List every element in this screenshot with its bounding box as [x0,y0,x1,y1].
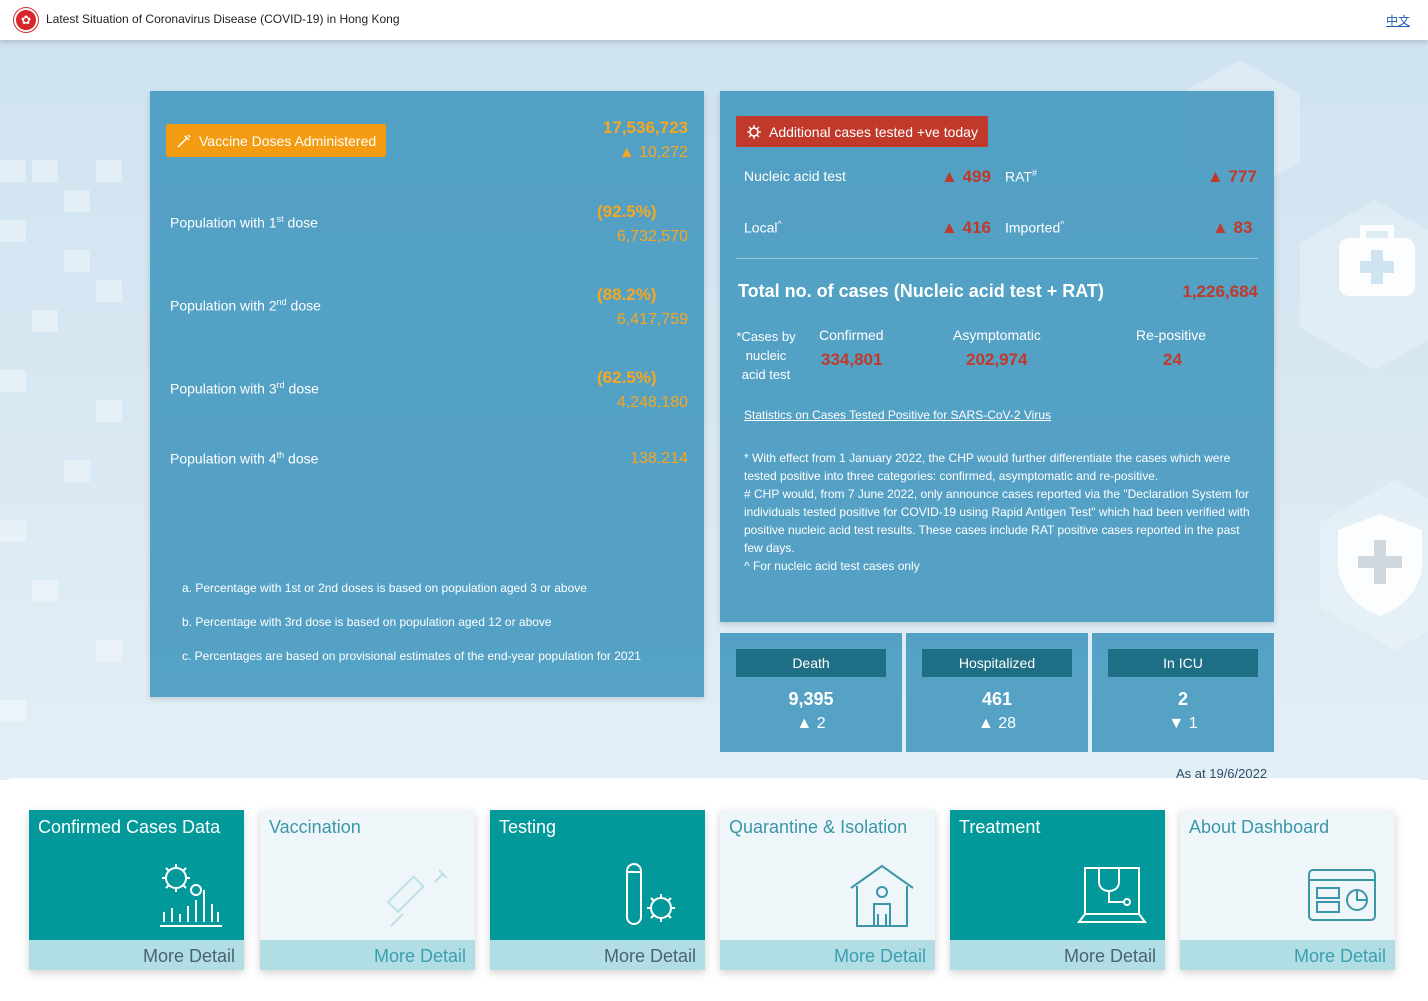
medical-kit-icon [1339,225,1415,296]
total-cases-label: Total no. of cases (Nucleic acid test + … [738,281,1104,301]
rat-label: RAT# [1005,168,1037,185]
death-delta: ▲ 2 [796,715,826,732]
death-panel: Death 9,395 ▲ 2 [720,633,902,752]
confirmed-value: 334,801 [821,350,883,369]
vaccine-badge-label: Vaccine Doses Administered [199,132,377,149]
imported-value: ▲ 83 [1212,218,1253,237]
cases-panel: Additional cases tested +ve today Nuclei… [720,91,1274,622]
footnote-hash: # CHP would, from 7 June 2022, only anno… [744,487,1250,555]
cases-divider [736,258,1258,259]
house-person-icon [850,864,914,927]
card-treatment[interactable]: Treatment More Detail [950,810,1165,970]
dose-1-percentage: (92.5%) [597,202,657,221]
card-title: Confirmed Cases Data [38,817,221,837]
icu-label: In ICU [1108,649,1258,677]
asymptomatic-value: 202,974 [966,350,1028,369]
site-title: Latest Situation of Coronavirus Disease … [46,12,400,26]
card-title: About Dashboard [1189,817,1330,837]
card-testing[interactable]: Testing More Detail [490,810,705,970]
vaccine-panel: Vaccine Doses Administered 17,536,723 ▲ … [150,91,704,697]
dose-2-count: 6,417,759 [616,311,688,328]
card-more-detail[interactable]: More Detail [260,940,475,970]
nucleic-acid-label: Nucleic acid test [744,168,846,184]
card-more-detail[interactable]: More Detail [950,940,1165,970]
dose-1-label: Population with 1st dose [170,214,318,231]
rat-value: ▲ 777 [1207,167,1257,186]
card-more-detail[interactable]: More Detail [490,940,705,970]
dose-4-label: Population with 4th dose [170,450,319,467]
footnote-caret: ^ For nucleic acid test cases only [744,559,920,573]
vaccine-badge: Vaccine Doses Administered [166,124,387,157]
dose-2-label: Population with 2nd dose [170,297,321,314]
vaccine-delta: ▲ 10,272 [618,144,688,161]
card-confirmed-cases[interactable]: Confirmed Cases Data More Detail [29,810,244,970]
icu-delta: ▼ 1 [1168,715,1198,732]
icu-value: 2 [1177,689,1188,709]
icu-panel: In ICU 2 ▼ 1 [1092,633,1274,752]
imported-label: Imported^ [1005,219,1065,236]
hospitalized-value: 461 [981,689,1013,709]
dashboard-icon [1308,869,1376,921]
death-label: Death [736,649,886,677]
card-title: Vaccination [269,817,361,837]
card-more-detail[interactable]: More Detail [1180,940,1395,970]
death-value: 9,395 [788,689,834,709]
local-label: Local^ [744,219,782,236]
local-value: ▲ 416 [941,218,991,237]
dose-1-count: 6,732,570 [616,228,688,245]
cases-footnotes: * With effect from 1 January 2022, the C… [744,449,1254,575]
virus-chart-icon [160,864,222,927]
virus-icon [747,124,761,139]
total-cases-value: 1,226,684 [1182,282,1258,301]
vaccine-note-a: a. Percentage with 1st or 2nd doses is b… [182,581,587,595]
dose-4-count: 138,214 [630,450,688,467]
card-quarantine[interactable]: Quarantine & Isolation More Detail [720,810,935,970]
vaccine-note-c: c. Percentages are based on provisional … [182,649,641,663]
cases-badge: Additional cases tested +ve today [736,116,988,147]
vaccine-note-b: b. Percentage with 3rd dose is based on … [182,615,552,629]
nucleic-acid-value: ▲ 499 [941,167,991,186]
card-about-dashboard[interactable]: About Dashboard More Detail [1180,810,1395,970]
language-toggle-link[interactable]: 中文 [1386,12,1410,29]
card-title: Quarantine & Isolation [729,817,908,837]
card-more-detail[interactable]: More Detail [29,940,244,970]
test-tube-icon [626,863,675,925]
card-more-detail[interactable]: More Detail [720,940,935,970]
footnote-asterisk: * With effect from 1 January 2022, the C… [744,451,1231,483]
asymptomatic-label: Asymptomatic [953,327,1041,343]
hk-emblem-icon: ✿ [14,8,38,32]
hospitalized-label: Hospitalized [922,649,1072,677]
vaccine-total: 17,536,723 [602,118,688,137]
confirmed-label: Confirmed [819,327,884,343]
syringe-icon [177,133,191,148]
dose-3-count: 4,248,180 [616,394,688,411]
card-title: Testing [499,817,557,837]
dose-3-percentage: (62.5%) [597,368,657,387]
shield-icon [1338,514,1422,616]
cases-badge-label: Additional cases tested +ve today [769,123,978,140]
card-vaccination[interactable]: Vaccination More Detail [260,810,475,970]
hospitalized-panel: Hospitalized 461 ▲ 28 [906,633,1088,752]
top-bar: ✿ Latest Situation of Coronavirus Diseas… [0,0,1428,40]
repositive-value: 24 [1163,350,1182,369]
as-at-date: As at 19/6/2022 [1176,766,1268,781]
dose-2-percentage: (88.2%) [597,285,657,304]
syringe-icon [387,869,448,927]
repositive-label: Re-positive [1136,327,1207,343]
laptop-stethoscope-icon [1077,867,1147,923]
dose-3-label: Population with 3rd dose [170,380,319,397]
hospitalized-delta: ▲ 28 [977,715,1017,732]
cases-by-test-label: *Cases by nucleic acid test [736,329,796,382]
statistics-link[interactable]: Statistics on Cases Tested Positive for … [744,408,1051,422]
card-title: Treatment [959,817,1041,837]
